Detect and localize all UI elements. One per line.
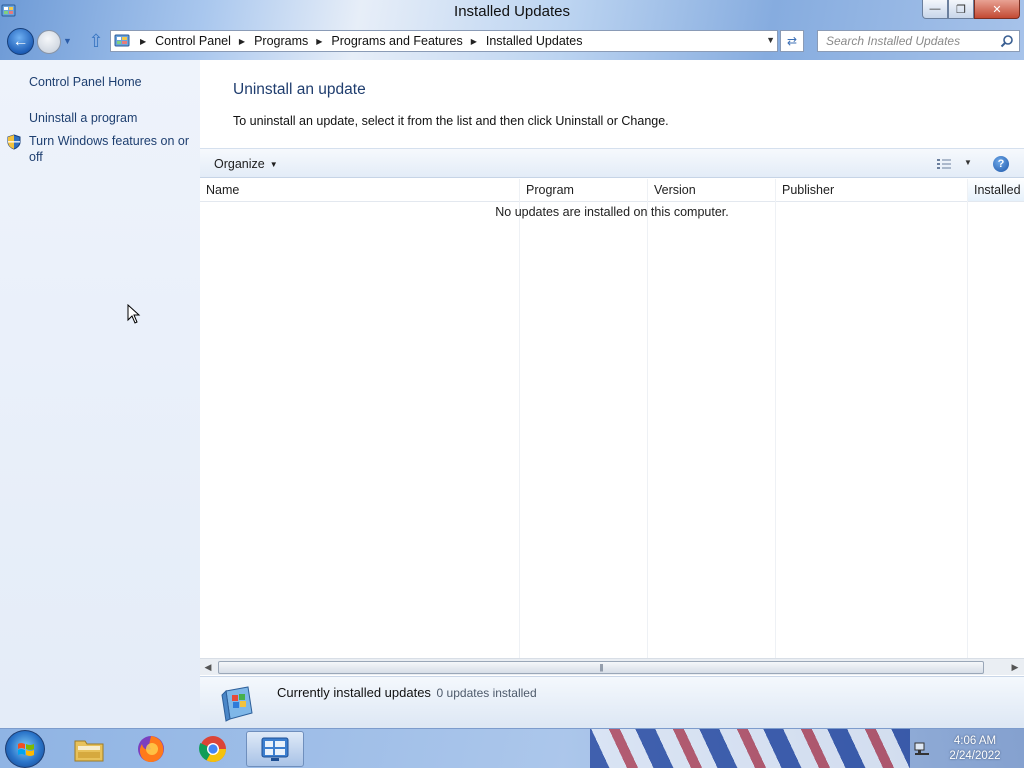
minimize-button[interactable]: — (922, 0, 948, 19)
instructions-text: To uninstall an update, select it from t… (233, 114, 669, 128)
scroll-right-icon[interactable]: ▶ (1008, 661, 1022, 674)
clock-time: 4:06 AM (953, 735, 997, 747)
refresh-icon: ⇄ (786, 34, 798, 48)
clock-date: 2/24/2022 (949, 750, 1001, 762)
taskbar: 4:06 AM 2/24/2022 (0, 728, 1024, 768)
windows-logo-icon (18, 743, 34, 756)
back-button[interactable]: ← (7, 28, 34, 55)
column-header-program[interactable]: Program (520, 179, 647, 202)
details-pane: Currently installed updates 0 updates in… (200, 676, 1024, 728)
empty-list-message: No updates are installed on this compute… (495, 205, 729, 219)
minimize-icon: — (929, 3, 941, 15)
chevron-right-icon[interactable]: ▶ (471, 37, 477, 46)
horizontal-scrollbar[interactable]: ◀ ||| ▶ (200, 658, 1024, 675)
system-clock[interactable]: 4:06 AM 2/24/2022 (940, 734, 1010, 764)
column-divider (647, 179, 648, 658)
breadcrumb-installed-updates[interactable]: Installed Updates (486, 34, 583, 48)
close-icon: ✕ (992, 3, 1002, 16)
restore-icon: ❐ (956, 3, 966, 16)
mouse-cursor-icon (127, 304, 141, 324)
taskbar-file-explorer[interactable] (62, 731, 116, 767)
window-titlebar: Installed Updates — ❐ ✕ ← ▼ ⇧ ▶ Control … (0, 0, 1024, 60)
updates-list[interactable]: Name Program Version Publisher Installed… (200, 179, 1024, 658)
firefox-icon (138, 736, 164, 763)
desktop-wallpaper (590, 729, 910, 768)
column-divider (519, 179, 520, 658)
page-heading: Uninstall an update (233, 81, 366, 98)
help-icon: ? (997, 158, 1005, 170)
installed-updates-icon (221, 686, 253, 722)
column-header-installed-on[interactable]: Installed On (967, 179, 1024, 202)
command-bar: Organize ▼ ▼ ? (200, 148, 1024, 178)
view-options-icon[interactable] (936, 157, 952, 171)
address-history-dropdown[interactable]: ▼ (766, 35, 775, 45)
column-divider (967, 179, 968, 658)
file-explorer-icon (74, 740, 104, 762)
taskbar-firefox[interactable] (124, 731, 178, 767)
organize-label: Organize (214, 157, 265, 171)
up-arrow-icon: ⇧ (88, 31, 104, 51)
breadcrumb-control-panel[interactable]: Control Panel (155, 34, 231, 48)
window-controls: — ❐ ✕ (922, 0, 1020, 20)
column-divider (775, 179, 776, 658)
forward-button[interactable] (37, 30, 61, 54)
network-icon[interactable] (914, 742, 930, 756)
address-bar[interactable]: ▶ Control Panel ▶ Programs ▶ Programs an… (110, 30, 778, 52)
scroll-left-icon[interactable]: ◀ (201, 661, 215, 674)
chevron-down-icon: ▼ (269, 160, 278, 169)
scrollbar-thumb[interactable]: ||| (218, 661, 984, 674)
close-button[interactable]: ✕ (974, 0, 1020, 19)
update-count: 0 updates installed (436, 686, 537, 700)
control-panel-icon (261, 737, 289, 761)
chevron-right-icon: ▶ (140, 36, 147, 46)
breadcrumb-programs-and-features[interactable]: Programs and Features (331, 34, 462, 48)
column-header-name[interactable]: Name (200, 179, 519, 202)
breadcrumb-programs[interactable]: Programs (254, 34, 308, 48)
chrome-icon (199, 736, 227, 763)
control-panel-location-icon (114, 34, 130, 47)
recent-pages-dropdown[interactable]: ▼ (63, 36, 74, 46)
taskbar-chrome[interactable] (186, 731, 240, 767)
chevron-right-icon[interactable]: ▶ (316, 37, 322, 46)
column-header-version[interactable]: Version (648, 179, 775, 202)
refresh-button[interactable]: ⇄ (780, 30, 804, 52)
search-box[interactable] (817, 30, 1020, 52)
tasks-pane: Control Panel Home Uninstall a program T… (0, 60, 200, 728)
details-summary: Currently installed updates 0 updates in… (277, 685, 537, 700)
search-input[interactable] (826, 34, 996, 48)
uninstall-program-link[interactable]: Uninstall a program (29, 110, 137, 126)
window-title: Installed Updates (454, 3, 570, 20)
help-button[interactable]: ? (993, 156, 1009, 172)
shield-icon (7, 134, 21, 150)
chevron-right-icon[interactable]: ▶ (239, 37, 245, 46)
taskbar-control-panel[interactable] (246, 731, 304, 767)
back-arrow-icon: ← (12, 32, 29, 50)
column-header-publisher[interactable]: Publisher (776, 179, 967, 202)
windows-features-link[interactable]: Turn Windows features on or off (29, 133, 194, 165)
details-label: Currently installed updates (277, 685, 431, 700)
search-icon[interactable] (1000, 34, 1014, 48)
view-dropdown-icon[interactable]: ▼ (964, 158, 972, 167)
maximize-button[interactable]: ❐ (948, 0, 974, 19)
content-pane: Uninstall an update To uninstall an upda… (200, 60, 1024, 728)
start-button[interactable] (5, 730, 45, 768)
organize-button[interactable]: Organize ▼ (214, 157, 278, 171)
control-panel-home-link[interactable]: Control Panel Home (29, 74, 142, 90)
up-level-button[interactable]: ⇧ (86, 31, 106, 51)
